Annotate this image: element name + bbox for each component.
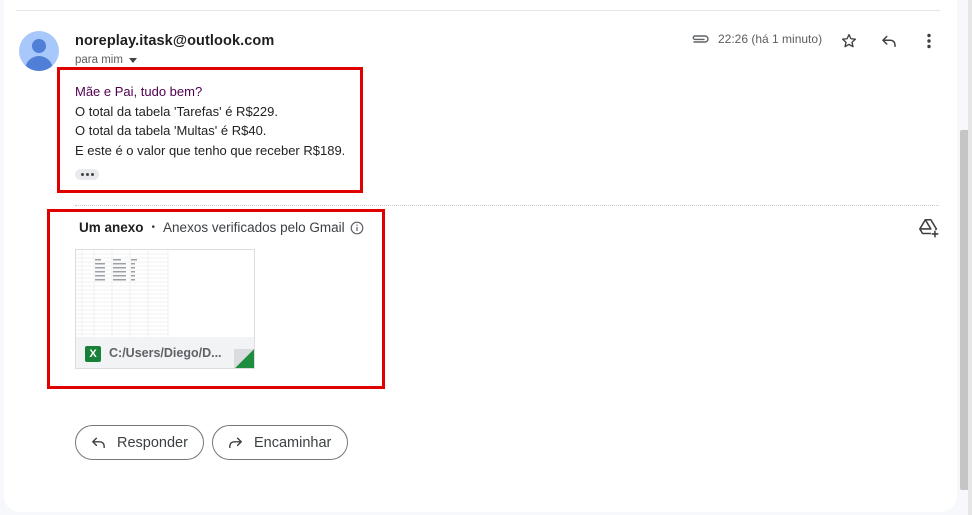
star-icon xyxy=(841,33,857,48)
attachment-filename: C:/Users/Diego/D... xyxy=(109,346,222,360)
forward-action-button[interactable]: Encaminhar xyxy=(212,425,348,460)
timestamp: 22:26 (há 1 minuto) xyxy=(718,32,823,46)
person-avatar-icon xyxy=(32,39,46,53)
show-trimmed-content-button[interactable] xyxy=(75,169,99,180)
reply-icon xyxy=(92,437,105,449)
attachment-scan-label: Anexos verificados pelo Gmail xyxy=(163,220,345,235)
sender-address[interactable]: noreplay.itask@outlook.com xyxy=(75,33,274,49)
message-body: Mãe e Pai, tudo bem? O total da tabela '… xyxy=(75,82,345,160)
forward-icon xyxy=(229,437,242,449)
more-options-button[interactable] xyxy=(917,29,941,53)
page-fold-icon xyxy=(234,349,254,368)
attachment-divider xyxy=(75,205,939,206)
ellipsis-dot xyxy=(80,173,84,176)
excel-icon: X xyxy=(85,346,101,362)
reply-action-button[interactable]: Responder xyxy=(75,425,204,460)
attachment-header: Um anexo • Anexos verificados pelo Gmail xyxy=(79,220,364,235)
scrollbar-edge xyxy=(968,0,972,515)
recipient-label: para mim xyxy=(75,54,123,66)
body-line-1: Mãe e Pai, tudo bem? xyxy=(75,84,203,99)
reply-icon xyxy=(882,35,896,47)
forward-label: Encaminhar xyxy=(254,434,332,451)
more-vert-icon xyxy=(927,33,931,49)
add-to-drive-icon[interactable] xyxy=(918,217,940,239)
spreadsheet-preview xyxy=(76,250,254,338)
reply-button[interactable] xyxy=(877,29,901,53)
top-divider xyxy=(16,10,940,11)
info-icon[interactable] xyxy=(350,221,364,235)
person-avatar-icon-body xyxy=(25,56,53,71)
reply-label: Responder xyxy=(117,434,188,451)
paperclip-icon xyxy=(692,35,709,43)
ellipsis-dot xyxy=(90,173,94,176)
body-line-3: O total da tabela 'Multas' é R$40. xyxy=(75,123,267,138)
message-meta: 22:26 (há 1 minuto) xyxy=(690,32,822,46)
chevron-down-icon xyxy=(128,57,137,63)
star-button[interactable] xyxy=(837,29,861,53)
body-line-4: E este é o valor que tenho que receber R… xyxy=(75,142,346,158)
attachment-count: Um anexo xyxy=(79,220,144,235)
ellipsis-dot xyxy=(85,173,89,176)
body-line-2: O total da tabela 'Tarefas' é R$229. xyxy=(75,103,278,119)
attachment-card[interactable]: X C:/Users/Diego/D... xyxy=(75,249,255,369)
sender-avatar[interactable] xyxy=(19,31,59,71)
recipient-toggle[interactable]: para mim xyxy=(75,54,137,66)
separator-dot: • xyxy=(151,222,156,233)
